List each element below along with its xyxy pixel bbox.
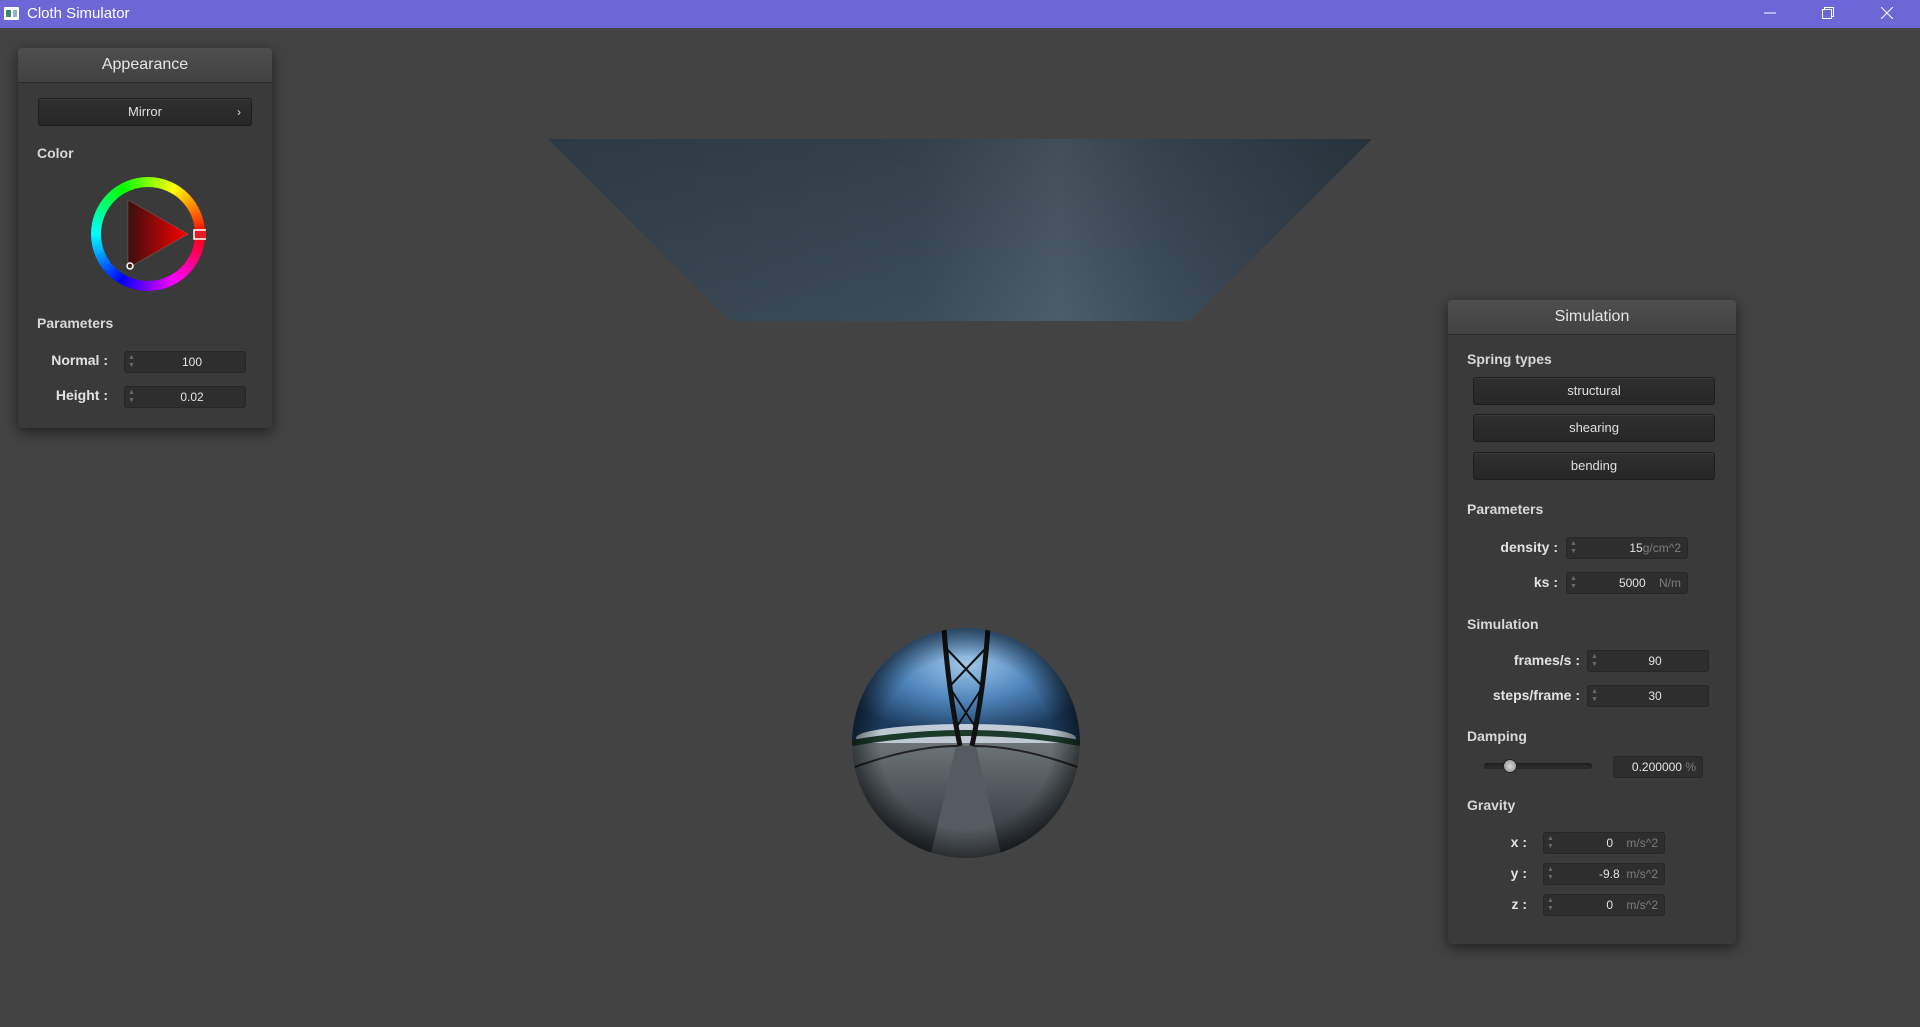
fps-input[interactable]: ▲ ▼ 90: [1587, 650, 1709, 672]
restore-button[interactable]: [1799, 0, 1857, 28]
appearance-panel: Appearance Mirror › Color Parameters Nor…: [18, 48, 272, 428]
appearance-panel-title: Appearance: [18, 48, 272, 83]
spinner-arrows-icon[interactable]: ▲ ▼: [1547, 835, 1555, 851]
minimize-button[interactable]: [1741, 0, 1799, 28]
cloth-mesh[interactable]: [548, 139, 1372, 321]
height-input[interactable]: ▲ ▼ 0.02: [124, 386, 246, 408]
shader-dropdown-label: Mirror: [128, 104, 162, 119]
spinner-arrows-icon[interactable]: ▲ ▼: [1591, 688, 1599, 704]
chevron-right-icon: ›: [237, 105, 241, 119]
density-label: density :: [1500, 539, 1558, 555]
spinner-arrows-icon[interactable]: ▲ ▼: [1591, 653, 1599, 669]
window-title: Cloth Simulator: [27, 5, 130, 22]
close-icon: [1880, 6, 1894, 20]
close-button[interactable]: [1858, 0, 1916, 28]
spinner-arrows-icon[interactable]: ▲ ▼: [1570, 575, 1578, 591]
shearing-button[interactable]: shearing: [1473, 414, 1715, 442]
fps-label: frames/s :: [1513, 652, 1580, 668]
gravity-y-input[interactable]: ▲ ▼ -9.8 m/s^2: [1543, 863, 1665, 885]
height-label: Height :: [55, 387, 108, 403]
gravity-x-label: x :: [1510, 834, 1527, 850]
normal-label: Normal :: [51, 352, 108, 368]
sim-parameters-label: Parameters: [1467, 501, 1544, 517]
structural-button[interactable]: structural: [1473, 377, 1715, 405]
sim-settings-label: Simulation: [1467, 616, 1539, 632]
bending-button[interactable]: bending: [1473, 452, 1715, 480]
gravity-z-label: z :: [1511, 896, 1527, 912]
damping-slider[interactable]: [1484, 759, 1592, 773]
shader-dropdown[interactable]: Mirror ›: [38, 98, 252, 126]
steps-input[interactable]: ▲ ▼ 30: [1587, 685, 1709, 707]
gravity-y-label: y :: [1510, 865, 1527, 881]
color-wheel[interactable]: [90, 176, 206, 292]
gravity-z-input[interactable]: ▲ ▼ 0 m/s^2: [1543, 894, 1665, 916]
hue-selector-handle[interactable]: [193, 229, 206, 240]
spinner-arrows-icon[interactable]: ▲ ▼: [128, 389, 136, 405]
damping-slider-knob[interactable]: [1503, 759, 1518, 773]
restore-icon: [1822, 7, 1834, 19]
density-input[interactable]: ▲ ▼ 15g/cm^2: [1566, 537, 1688, 559]
appearance-parameters-label: Parameters: [37, 315, 114, 331]
simulation-panel-title: Simulation: [1448, 300, 1736, 335]
spinner-arrows-icon[interactable]: ▲ ▼: [1570, 540, 1578, 556]
app-window-icon: [4, 7, 19, 20]
gravity-label: Gravity: [1467, 797, 1516, 813]
ks-input[interactable]: ▲ ▼ 5000 N/m: [1566, 572, 1688, 594]
normal-input[interactable]: ▲ ▼ 100: [124, 351, 246, 373]
color-label: Color: [37, 145, 74, 161]
ks-label: ks :: [1533, 574, 1558, 590]
simulation-panel: Simulation Spring types structural shear…: [1448, 300, 1736, 944]
spinner-arrows-icon[interactable]: ▲ ▼: [1547, 866, 1555, 882]
spinner-arrows-icon[interactable]: ▲ ▼: [128, 354, 136, 370]
damping-input[interactable]: 0.200000 %: [1613, 756, 1703, 778]
minimize-icon: [1764, 12, 1776, 14]
spinner-arrows-icon[interactable]: ▲ ▼: [1547, 897, 1555, 913]
steps-label: steps/frame :: [1492, 687, 1580, 703]
spring-types-label: Spring types: [1467, 351, 1552, 367]
title-bar: Cloth Simulator: [0, 0, 1920, 28]
damping-label: Damping: [1467, 728, 1527, 744]
mirror-sphere[interactable]: [852, 628, 1080, 858]
gravity-x-input[interactable]: ▲ ▼ 0 m/s^2: [1543, 832, 1665, 854]
